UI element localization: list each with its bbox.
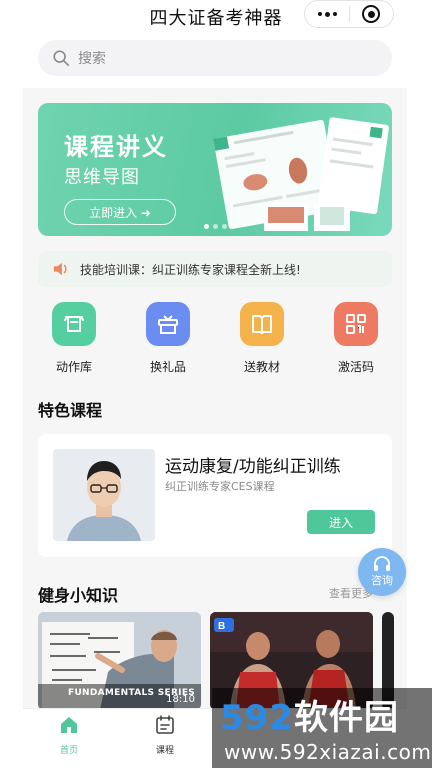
tab-home[interactable]: 首页 <box>49 715 89 756</box>
course-enter-button[interactable]: 进入 <box>307 510 375 534</box>
home-icon <box>61 717 77 733</box>
mini-program-capsule <box>304 0 394 28</box>
grid-label: 换礼品 <box>149 360 186 374</box>
close-icon <box>362 5 381 23</box>
svg-text:B: B <box>218 621 225 632</box>
feature-grid: 动作库 换礼品 送教材 激活码 <box>30 302 400 382</box>
app-page: 四大证备考神器 搜索 课程讲义 思维导图 立即进入 ➜ 技能培训课：纠正训练专家… <box>0 0 432 768</box>
book-icon <box>240 302 284 346</box>
dumbbell-icon <box>52 302 96 346</box>
consult-label: 咨询 <box>371 574 393 587</box>
consult-button[interactable]: 咨询 <box>358 548 406 596</box>
search-icon <box>53 50 70 67</box>
title-bar: 四大证备考神器 <box>0 0 432 32</box>
course-card[interactable]: 运动康复/功能纠正训练 纠正训练专家CES课程 进入 <box>38 434 392 557</box>
watermark-brand: 592软件园 <box>220 698 399 738</box>
tab-label: 课程 <box>155 746 174 756</box>
search-bar[interactable]: 搜索 <box>38 40 392 76</box>
tips-section-title: 健身小知识 <box>38 586 119 605</box>
featured-section-title: 特色课程 <box>38 401 103 420</box>
calendar-icon <box>156 715 174 734</box>
notice-bar[interactable]: 技能培训课：纠正训练专家课程全新上线! <box>38 251 392 287</box>
video-duration: 18:10 <box>166 694 195 705</box>
banner-subtitle: 思维导图 <box>64 167 140 188</box>
course-title: 运动康复/功能纠正训练 <box>165 457 341 477</box>
grid-item-gifts[interactable]: 换礼品 <box>128 302 208 375</box>
banner-pagination <box>204 224 227 229</box>
tab-label: 首页 <box>59 746 78 756</box>
banner-title: 课程讲义 <box>64 133 168 161</box>
notice-text: 技能培训课：纠正训练专家课程全新上线! <box>80 262 301 277</box>
speaker-icon <box>53 262 67 276</box>
more-menu-button[interactable] <box>305 0 349 28</box>
watermark-url: www.592xiazai.com <box>224 740 432 764</box>
grid-item-textbooks[interactable]: 送教材 <box>222 302 302 375</box>
banner-document-illustration <box>213 117 389 231</box>
watermark-brand-text: 软件园 <box>293 698 399 738</box>
search-placeholder: 搜索 <box>78 51 106 67</box>
grid-label: 动作库 <box>55 360 92 374</box>
grid-item-action-library[interactable]: 动作库 <box>34 302 114 375</box>
gift-icon <box>146 302 190 346</box>
promo-banner[interactable]: 课程讲义 思维导图 立即进入 ➜ <box>38 103 392 236</box>
headset-icon <box>374 556 390 571</box>
banner-enter-button[interactable]: 立即进入 ➜ <box>64 199 176 225</box>
site-watermark: 592软件园 www.592xiazai.com <box>212 688 432 768</box>
qrcode-icon <box>334 302 378 346</box>
grid-item-activation-code[interactable]: 激活码 <box>316 302 396 375</box>
grid-label: 送教材 <box>243 360 280 374</box>
tip-video-card[interactable]: FUNDAMENTALS SERIES 18:10 <box>38 612 201 710</box>
tab-courses[interactable]: 课程 <box>145 715 185 756</box>
close-button[interactable] <box>350 0 393 28</box>
course-subtitle: 纠正训练专家CES课程 <box>165 480 275 493</box>
grid-label: 激活码 <box>337 360 374 374</box>
instructor-photo <box>53 449 155 541</box>
